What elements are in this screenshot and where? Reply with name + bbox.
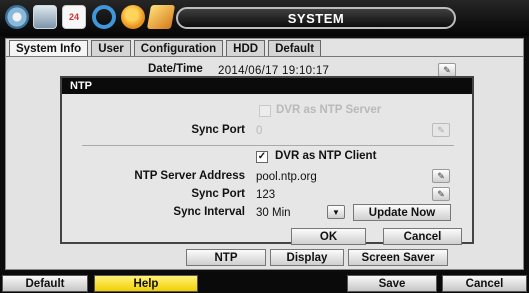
- server-address-value: pool.ntp.org: [256, 171, 317, 183]
- dialog-title: NTP: [62, 78, 472, 94]
- server-address-label: NTP Server Address: [134, 170, 245, 182]
- help-button[interactable]: Help: [94, 275, 198, 292]
- chevron-down-icon[interactable]: ▼: [327, 205, 345, 219]
- ntp-client-checkbox[interactable]: ✓: [256, 151, 268, 163]
- sub-button-row: NTP Display Screen Saver: [186, 249, 448, 266]
- gear-icon[interactable]: [5, 5, 29, 29]
- client-sync-port-value: 123: [256, 189, 276, 201]
- sync-interval-value[interactable]: 30 Min: [256, 207, 291, 219]
- datetime-edit-button[interactable]: ✎: [438, 63, 456, 77]
- tab-divider: [6, 56, 523, 57]
- ntp-dialog: NTP DVR as NTP Server Sync Port 0 ✎ ✓ DV…: [60, 76, 474, 245]
- server-sync-port-value: 0: [256, 125, 263, 137]
- server-sync-port-edit-button[interactable]: ✎: [432, 123, 450, 137]
- server-address-edit-button[interactable]: ✎: [432, 169, 450, 183]
- tv-icon[interactable]: [33, 5, 57, 29]
- top-bar: 24 SYSTEM: [0, 0, 529, 36]
- cancel-button[interactable]: Cancel: [442, 275, 527, 292]
- datetime-label: Date/Time: [148, 63, 203, 75]
- dialog-separator: [82, 145, 454, 146]
- server-sync-port-label: Sync Port: [191, 124, 245, 136]
- tab-default[interactable]: Default: [268, 40, 322, 56]
- tab-configuration[interactable]: Configuration: [133, 40, 224, 56]
- page-title: SYSTEM: [176, 7, 456, 29]
- bottom-bar: Default Help Save Cancel: [0, 272, 529, 293]
- tab-system-info[interactable]: System Info: [9, 40, 89, 56]
- dialog-cancel-button[interactable]: Cancel: [383, 228, 462, 245]
- save-button[interactable]: Save: [347, 275, 437, 292]
- tab-hdd[interactable]: HDD: [226, 40, 266, 56]
- display-button[interactable]: Display: [270, 249, 344, 266]
- client-sync-port-label: Sync Port: [191, 188, 245, 200]
- ntp-button[interactable]: NTP: [186, 249, 266, 266]
- calendar-icon[interactable]: 24: [62, 5, 86, 29]
- wand-icon[interactable]: [146, 5, 176, 29]
- update-now-button[interactable]: Update Now: [353, 204, 451, 221]
- ok-button[interactable]: OK: [291, 228, 366, 245]
- tab-user[interactable]: User: [91, 40, 131, 56]
- client-sync-port-edit-button[interactable]: ✎: [432, 187, 450, 201]
- default-button[interactable]: Default: [2, 275, 88, 292]
- ntp-client-label: DVR as NTP Client: [275, 150, 377, 162]
- ring-icon[interactable]: [92, 5, 116, 29]
- sync-interval-label: Sync Interval: [173, 206, 245, 218]
- disk-icon[interactable]: [121, 5, 145, 29]
- tab-bar: System Info User Configuration HDD Defau…: [9, 40, 322, 56]
- ntp-server-label: DVR as NTP Server: [276, 104, 382, 116]
- ntp-server-checkbox[interactable]: [259, 105, 271, 117]
- screen-saver-button[interactable]: Screen Saver: [348, 249, 448, 266]
